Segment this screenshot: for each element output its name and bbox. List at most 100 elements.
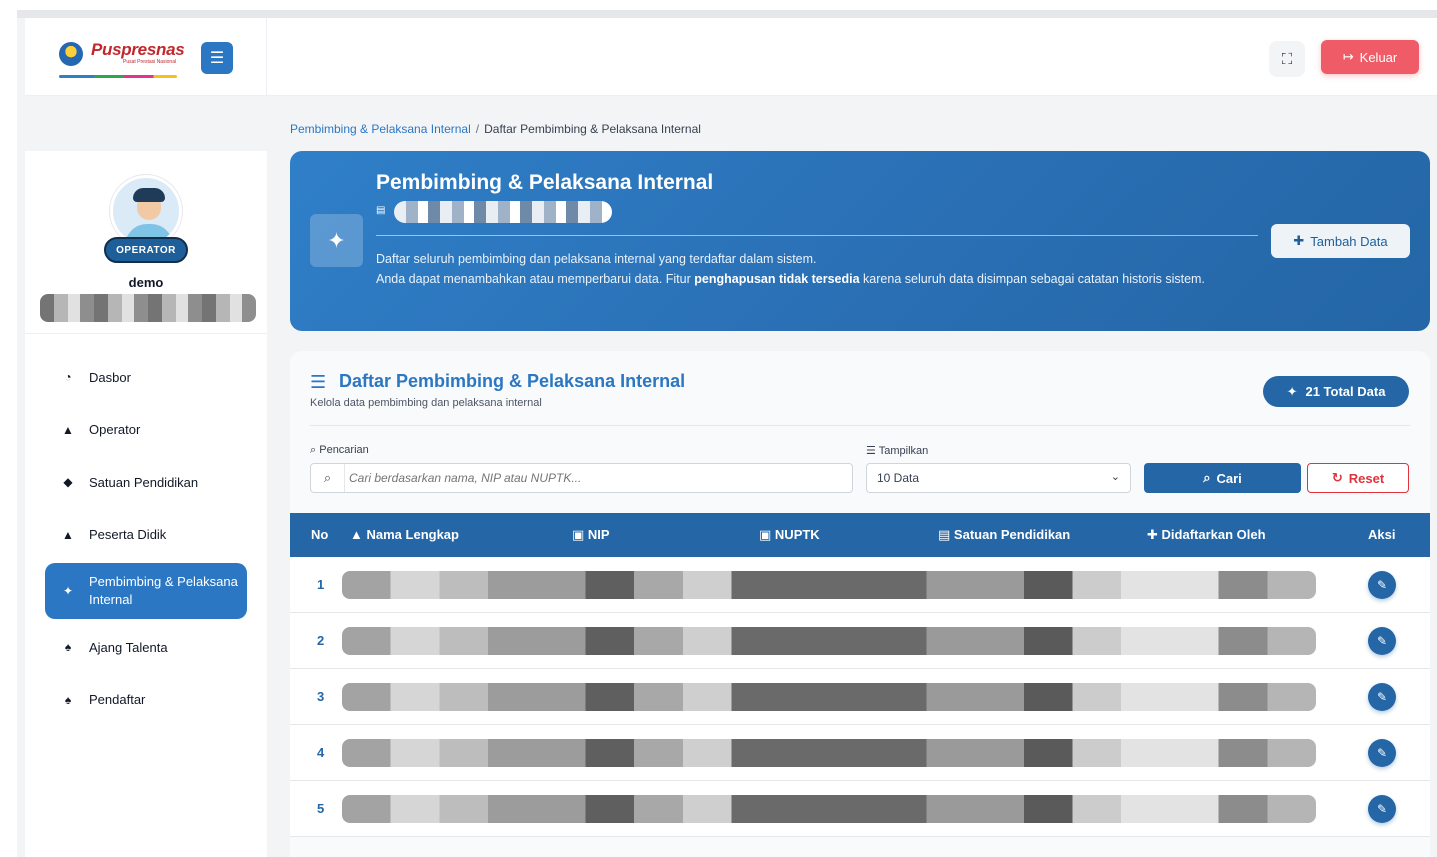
role-badge: OPERATOR [104,237,188,263]
search-label: ⌕ Pencarian [310,444,369,457]
logout-button[interactable]: ↦ Keluar [1321,40,1419,74]
sidebar-item-label: Pendaftar [89,692,146,708]
row-data-redacted [342,683,1316,711]
row-number: 5 [317,801,325,816]
edit-button[interactable]: ✎ [1368,795,1396,823]
sidebar-item-pembimbing[interactable]: ✦ Pembimbing & Pelaksana Internal [45,563,247,619]
column-header-satuan[interactable]: ▤ Satuan Pendidikan [938,527,1070,543]
column-header-nip[interactable]: ▣ NIP [572,527,610,543]
list-subtitle: Kelola data pembimbing dan pelaksana int… [310,397,542,409]
fullscreen-button[interactable]: ⛶ [1269,41,1305,77]
users-icon: ✦ [310,214,363,267]
chevron-down-icon: ⌄ [1110,471,1120,483]
reset-button[interactable]: ↻ Reset [1307,463,1409,493]
sidebar-item-ajang-talenta[interactable]: ♠ Ajang Talenta [45,621,247,674]
logout-label: Keluar [1359,49,1398,65]
refresh-icon: ↻ [1331,470,1343,485]
page-hero: ✦ Pembimbing & Pelaksana Internal ▤ Daft… [290,151,1430,331]
building-icon: ▤ [376,205,386,216]
reset-button-label: Reset [1348,470,1385,486]
column-header-aksi: Aksi [1368,527,1396,542]
sidebar-item-label: Operator [89,422,141,438]
breadcrumb: Pembimbing & Pelaksana Internal / Daftar P… [290,122,701,136]
user-name: demo [128,275,164,290]
dashboard-icon: ◔ [64,370,72,385]
users-icon: ✦ [62,583,74,598]
user-plus-icon: ✚ [1147,527,1158,542]
sidebar-item-satuan-pendidikan[interactable]: ◆ Satuan Pendidikan [45,456,247,509]
table-row: 1 ✎ [290,557,1430,613]
row-data-redacted [342,627,1316,655]
edit-button[interactable]: ✎ [1368,683,1396,711]
trophy-icon: ♠ [64,640,72,655]
search-icon: ⌕ [311,464,345,492]
app-frame: Puspresnas Pusat Prestasi Nasional ☰ ⛶ ↦… [17,10,1437,857]
page-title: Pembimbing & Pelaksana Internal [376,171,714,194]
page-size-select[interactable]: 10 Data ⌄ [866,463,1131,493]
list-title: Daftar Pembimbing & Pelaksana Internal [339,371,686,391]
edit-button[interactable]: ✎ [1368,627,1396,655]
add-data-button[interactable]: ✚ Tambah Data [1271,224,1410,258]
hero-description: Daftar seluruh pembimbing dan pelaksana … [376,249,1256,289]
list-icon: ☰ [866,445,876,457]
sidebar-item-operator[interactable]: ▲ Operator [45,404,247,457]
hamburger-icon: ☰ [209,50,225,67]
pencil-icon: ✎ [1376,578,1388,592]
sidebar-item-dasbor[interactable]: ◔ Dasbor [45,351,247,404]
table-header: No ▲ Nama Lengkap ▣ NIP ▣ NUPTK ▤ Satuan… [290,513,1430,557]
edit-button[interactable]: ✎ [1368,571,1396,599]
logo-color-bar [59,75,177,78]
id-card-icon: ▣ [572,527,585,542]
column-label: NIP [587,527,610,542]
page-size-value: 10 Data [877,471,920,485]
avatar-hair [133,188,165,202]
id-card-icon: ▣ [759,527,772,542]
show-label-text: Tampilkan [878,445,929,457]
user-icon: ▲ [350,527,363,542]
hero-desc-line2: Anda dapat menambahkan atau memperbarui … [376,269,1256,289]
user-icon: ▲ [62,527,74,542]
search-input[interactable] [349,468,845,488]
sidebar-item-peserta-didik[interactable]: ▲ Peserta Didik [45,509,247,562]
row-data-redacted [342,795,1316,823]
search-field[interactable]: ⌕ [310,463,853,493]
user-plus-icon: ✚ [1293,233,1305,248]
search-button-label: Cari [1216,470,1242,486]
search-button[interactable]: ⌕ Cari [1144,463,1301,493]
breadcrumb-separator: / [475,122,480,136]
sidebar-item-pendaftar[interactable]: ♠ Pendaftar [45,674,247,727]
sidebar: OPERATOR demo ◔ Dasbor ▲ Operator ◆ Satu… [25,151,267,857]
user-icon: ▲ [62,422,74,437]
top-strip [17,10,1437,18]
search-label-text: Pencarian [319,444,369,456]
sidebar-item-label: Peserta Didik [89,527,167,543]
table-row: 5 ✎ [290,781,1430,837]
sign-out-icon: ↦ [1342,49,1354,64]
column-label: NUPTK [774,527,820,542]
sidebar-item-label: Satuan Pendidikan [89,474,199,490]
pencil-icon: ✎ [1376,634,1388,648]
menu-toggle-button[interactable]: ☰ [201,42,233,74]
column-header-nama[interactable]: ▲ Nama Lengkap [350,527,459,542]
edit-button[interactable]: ✎ [1368,739,1396,767]
column-header-no: No [311,527,329,542]
row-number: 2 [317,633,325,648]
sidebar-item-label: Ajang Talenta [89,639,168,655]
card-divider [310,425,1410,426]
sidebar-item-label: Dasbor [89,369,131,385]
column-header-nuptk[interactable]: ▣ NUPTK [759,527,820,543]
total-data-badge: ✦ 21 Total Data [1263,376,1409,407]
list-card: ☰ Daftar Pembimbing & Pelaksana Internal… [290,351,1430,857]
breadcrumb-parent-link[interactable]: Pembimbing & Pelaksana Internal [290,122,471,136]
emblem-icon [59,42,83,66]
search-icon: ⌕ [1203,470,1211,485]
column-header-didaftarkan[interactable]: ✚ Didaftarkan Oleh [1147,527,1266,543]
table-row: 3 ✎ [290,669,1430,725]
institution-redacted [394,201,612,223]
table-body: 1 ✎ 2 ✎ 3 ✎ 4 ✎ 5 ✎ [290,557,1430,837]
show-label: ☰ Tampilkan [866,444,928,457]
logo-text: Puspresnas [91,40,185,59]
pencil-icon: ✎ [1376,746,1388,760]
column-label: Satuan Pendidikan [953,527,1071,542]
row-data-redacted [342,739,1316,767]
